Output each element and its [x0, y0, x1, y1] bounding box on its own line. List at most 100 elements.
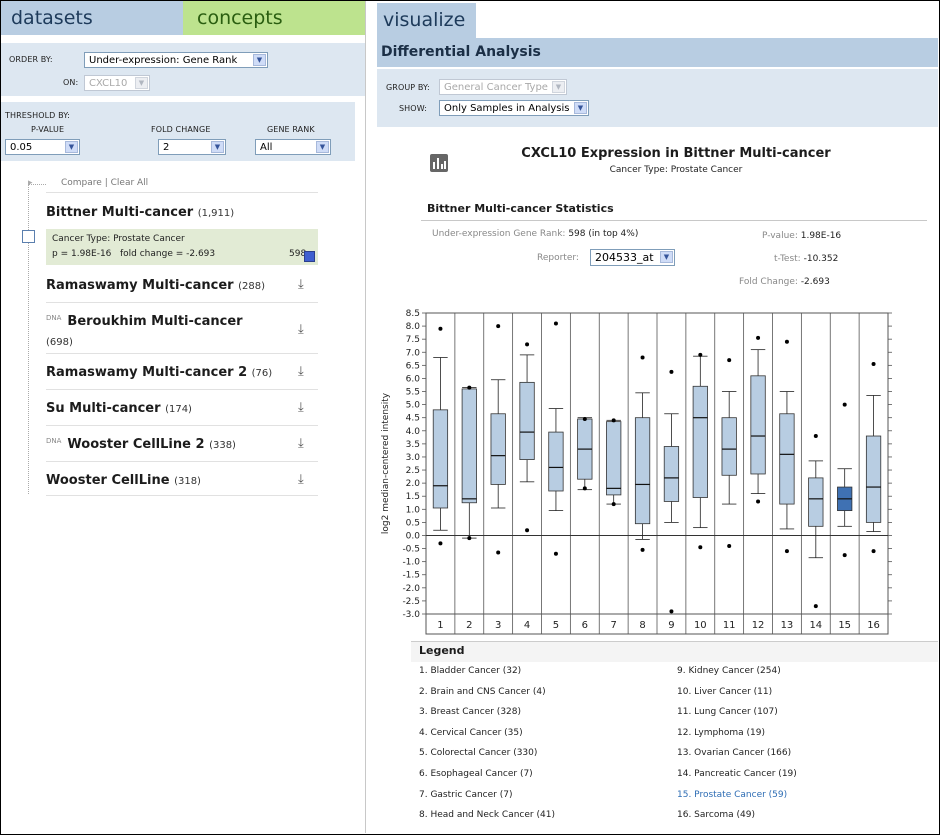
legend-item[interactable]: 16. Sarcoma (49) — [677, 810, 755, 820]
selected-analysis[interactable]: Cancer Type: Prostate Cancer p = 1.98E-1… — [46, 229, 318, 265]
section-title: Differential Analysis — [377, 38, 938, 67]
download-icon[interactable]: ⤓ — [298, 400, 304, 415]
category-label: 6 — [582, 620, 588, 631]
dataset-item-ramaswamy[interactable]: Ramaswamy Multi-cancer (288) — [46, 278, 318, 293]
pvalue-stat-value: 1.98E-16 — [800, 231, 842, 241]
legend-item[interactable]: 14. Pancreatic Cancer (19) — [677, 769, 797, 779]
outlier-point — [582, 417, 587, 422]
group-by-value: General Cancer Type — [444, 82, 548, 93]
y-tick-label: -3.0 — [402, 610, 420, 620]
box — [865, 435, 882, 523]
box — [663, 446, 680, 502]
pvalue-select[interactable]: 0.05 ▼ — [5, 139, 80, 155]
clear-all-link[interactable]: Clear All — [111, 178, 149, 188]
legend-item[interactable]: 8. Head and Neck Cancer (41) — [419, 810, 555, 820]
dataset-name: Beroukhim Multi-cancer — [67, 314, 243, 329]
dataset-item-bittner[interactable]: Bittner Multi-cancer (1,911) — [46, 205, 318, 220]
fold-change-select[interactable]: 2 ▼ — [158, 139, 226, 155]
show-select[interactable]: Only Samples in Analysis ▼ — [439, 100, 589, 116]
y-tick-label: -1.5 — [402, 571, 420, 581]
gene-rank-stat-label: Under-expression Gene Rank: — [432, 229, 566, 239]
legend-item[interactable]: 13. Ovarian Cancer (166) — [677, 748, 791, 758]
legend-item[interactable]: 11. Lung Cancer (107) — [677, 707, 778, 717]
dataset-count: (174) — [165, 404, 192, 415]
outlier-point — [813, 604, 818, 609]
threshold-panel: THRESHOLD BY: P-VALUE FOLD CHANGE GENE R… — [1, 102, 355, 161]
y-tick-label: -0.5 — [402, 545, 420, 555]
legend-item[interactable]: 3. Breast Cancer (328) — [419, 707, 521, 717]
fold-change-label: FOLD CHANGE — [151, 125, 211, 134]
divider — [46, 425, 318, 426]
chevron-down-icon: ▼ — [316, 141, 329, 153]
tab-concepts[interactable]: concepts — [183, 1, 365, 35]
legend-item[interactable]: 10. Liver Cancer (11) — [677, 687, 772, 697]
gene-rank-select[interactable]: All ▼ — [255, 139, 331, 155]
reporter-select[interactable]: 204533_at ▼ — [590, 249, 675, 266]
legend-item[interactable]: 12. Lymphoma (19) — [677, 728, 765, 738]
divider — [46, 353, 318, 354]
order-by-value: Under-expression: Gene Rank — [89, 55, 238, 66]
outlier-point — [640, 547, 645, 552]
outlier-point — [727, 358, 732, 363]
tab-datasets[interactable]: datasets — [1, 1, 183, 35]
download-icon[interactable]: ⤓ — [298, 277, 304, 292]
fold-change-stat-value: -2.693 — [800, 277, 830, 287]
tab-visualize[interactable]: visualize — [377, 3, 476, 38]
dna-badge: DNA — [46, 437, 62, 445]
download-icon[interactable]: ⤓ — [298, 322, 304, 337]
box — [808, 477, 824, 527]
download-icon[interactable]: ⤓ — [298, 436, 304, 451]
outlier-point — [698, 352, 703, 357]
group-by-select[interactable]: General Cancer Type ▼ — [439, 79, 567, 95]
y-tick-label: 8.5 — [406, 309, 420, 319]
y-tick-label: 8.0 — [406, 322, 421, 332]
download-icon[interactable]: ⤓ — [298, 364, 304, 379]
y-tick-label: 4.5 — [406, 414, 420, 424]
category-label: 13 — [781, 620, 794, 631]
dataset-item-beroukhim[interactable]: DNA Beroukhim Multi-cancer — [46, 314, 318, 329]
dataset-item-ramaswamy-2[interactable]: Ramaswamy Multi-cancer 2 (76) — [46, 365, 318, 380]
outlier-point — [756, 335, 761, 340]
box — [432, 409, 449, 509]
legend-item[interactable]: 15. Prostate Cancer (59) — [677, 790, 787, 800]
outlier-point — [756, 499, 761, 504]
compare-link[interactable]: Compare — [61, 178, 102, 188]
analysis-checkbox[interactable] — [22, 230, 35, 243]
on-gene-value: CXCL10 — [89, 78, 128, 89]
dataset-count: (318) — [174, 476, 201, 487]
y-tick-label: 2.5 — [406, 466, 420, 476]
legend-item[interactable]: 7. Gastric Cancer (7) — [419, 790, 512, 800]
dataset-name: Wooster CellLine — [46, 473, 170, 488]
legend-item[interactable]: 6. Esophageal Cancer (7) — [419, 769, 533, 779]
dataset-item-wooster-2[interactable]: DNA Wooster CellLine 2 (338) — [46, 437, 318, 452]
category-label: 7 — [611, 620, 617, 631]
dataset-name: Ramaswamy Multi-cancer — [46, 278, 234, 293]
divider — [46, 302, 318, 303]
on-gene-select[interactable]: CXCL10 ▼ — [84, 75, 150, 91]
legend-item[interactable]: 5. Colorectal Cancer (330) — [419, 748, 537, 758]
show-value: Only Samples in Analysis — [444, 103, 570, 114]
dataset-name: Su Multi-cancer — [46, 401, 161, 416]
legend-item[interactable]: 2. Brain and CNS Cancer (4) — [419, 687, 546, 697]
dataset-count: (338) — [209, 440, 236, 451]
category-label: 11 — [723, 620, 736, 631]
chevron-down-icon: ▼ — [65, 141, 78, 153]
dataset-count-row: (698) — [46, 334, 318, 349]
dataset-item-su[interactable]: Su Multi-cancer (174) — [46, 401, 318, 416]
outlier-point — [669, 609, 674, 614]
group-by-label: GROUP BY: — [386, 83, 430, 92]
legend-item[interactable]: 4. Cervical Cancer (35) — [419, 728, 523, 738]
order-by-select[interactable]: Under-expression: Gene Rank ▼ — [84, 52, 268, 68]
left-tabs: datasets concepts — [1, 1, 365, 35]
dataset-item-wooster[interactable]: Wooster CellLine (318) — [46, 473, 318, 488]
download-icon[interactable]: ⤓ — [298, 472, 304, 487]
show-label: SHOW: — [399, 104, 428, 113]
stats-title: Bittner Multi-cancer Statistics — [427, 202, 614, 215]
legend-item[interactable]: 1. Bladder Cancer (32) — [419, 666, 521, 676]
pvalue-stat-label: P-value: — [762, 231, 798, 241]
dataset-name: Bittner Multi-cancer — [46, 205, 194, 220]
outlier-point — [640, 355, 645, 360]
legend-item[interactable]: 9. Kidney Cancer (254) — [677, 666, 781, 676]
category-label: 5 — [553, 620, 559, 631]
color-square-icon — [304, 251, 315, 262]
